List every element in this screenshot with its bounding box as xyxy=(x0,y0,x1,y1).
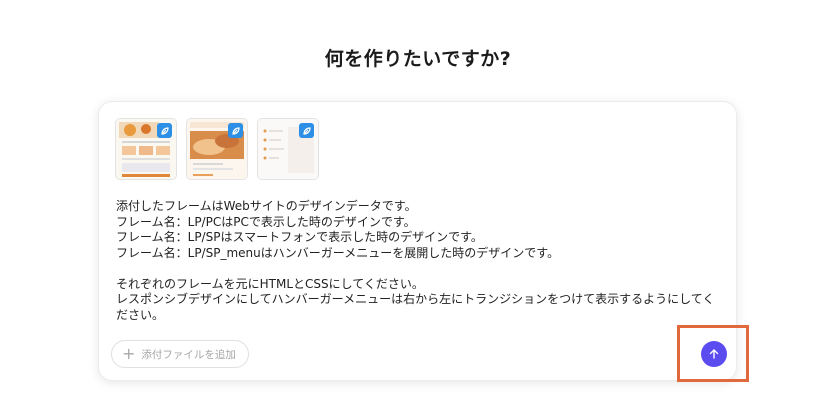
arrow-up-icon xyxy=(709,349,719,359)
figma-leaf-icon xyxy=(228,123,243,138)
attachment-thumbnail-pc[interactable] xyxy=(115,118,177,180)
add-attachment-button[interactable]: + 添付ファイルを追加 xyxy=(111,340,249,368)
plus-icon: + xyxy=(122,344,136,363)
figma-leaf-icon xyxy=(157,123,172,138)
prompt-textarea[interactable]: 添付したフレームはWebサイトのデザインデータです。 フレーム名：LP/PCはP… xyxy=(116,199,726,323)
figma-leaf-icon xyxy=(299,123,314,138)
send-button[interactable] xyxy=(701,341,727,367)
page-title: 何を作りたいですか? xyxy=(324,48,512,70)
attachment-thumbnails xyxy=(115,118,319,180)
attachment-thumbnail-sp-menu[interactable] xyxy=(257,118,319,180)
attachment-thumbnail-sp[interactable] xyxy=(186,118,248,180)
prompt-card: 添付したフレームはWebサイトのデザインデータです。 フレーム名：LP/PCはP… xyxy=(98,101,737,381)
add-attachment-label: 添付ファイルを追加 xyxy=(141,348,236,361)
